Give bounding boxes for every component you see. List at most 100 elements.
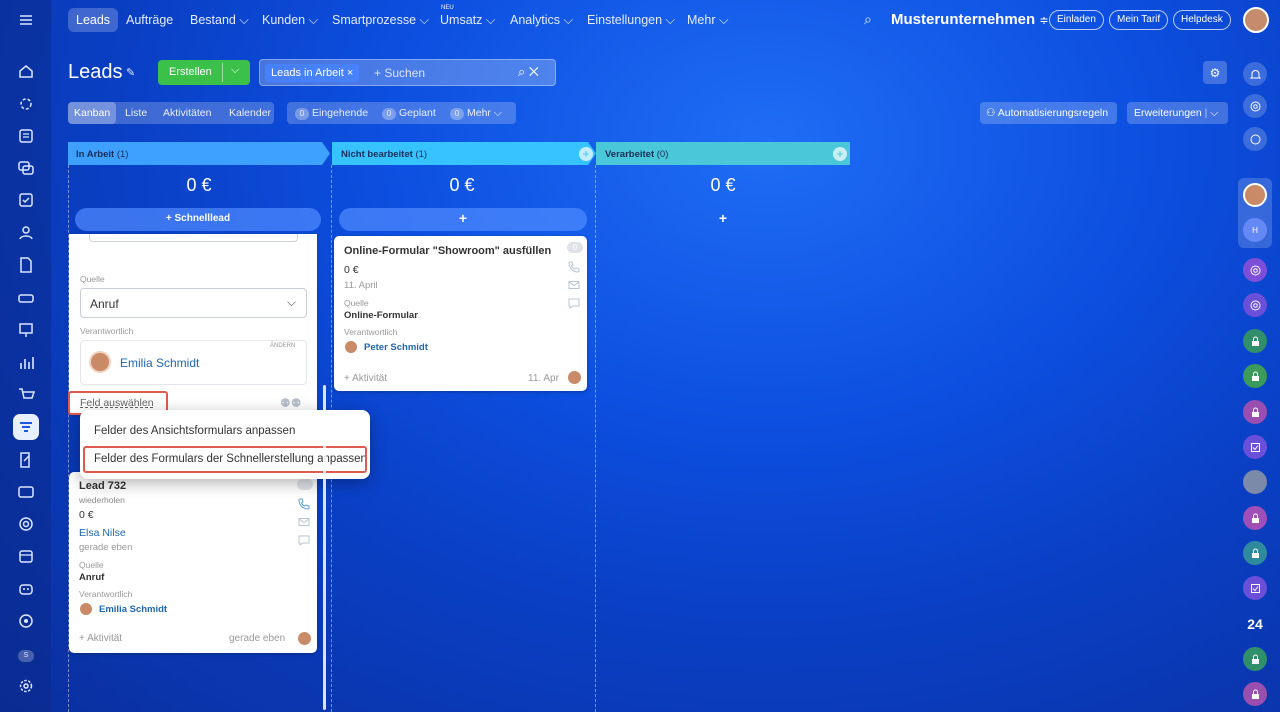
counter-incoming[interactable]: 0 Eingehende [295, 107, 368, 120]
edit-doc-icon[interactable] [13, 447, 39, 473]
lock-icon[interactable] [1243, 506, 1267, 530]
menu-item-view-form-fields[interactable]: Felder des Ansichtsformulars anpassen [94, 425, 295, 437]
input-field[interactable] [89, 234, 298, 242]
nav-orders[interactable]: Aufträge [126, 13, 173, 27]
settings-icon[interactable] [13, 673, 39, 699]
counter-more[interactable]: 0 Mehr ⌵ [450, 107, 502, 120]
nav-smartprocesses[interactable]: Smartprozesse ⌵ [332, 13, 429, 28]
helpdesk-button[interactable]: Helpdesk [1173, 10, 1231, 30]
tab-kanban[interactable]: Kanban [68, 102, 117, 124]
lock-icon[interactable] [1243, 400, 1267, 424]
cart-icon[interactable] [13, 382, 39, 408]
filter-chip[interactable]: Leads in Arbeit × [265, 64, 360, 82]
pin-icon[interactable]: ✎ [126, 66, 135, 79]
column-header-processed[interactable]: Verarbeitet (0) [597, 142, 847, 165]
extensions-button[interactable]: Erweiterungen | ⌵ [1127, 102, 1228, 124]
checkbox-icon[interactable] [1243, 435, 1267, 459]
presentation-icon[interactable] [13, 317, 39, 343]
close-icon[interactable]: × [347, 67, 353, 79]
phone-icon[interactable] [568, 261, 580, 276]
nav-customers[interactable]: Kunden ⌵ [262, 13, 318, 28]
search-icon[interactable]: ⌕ [864, 11, 872, 28]
document-icon[interactable] [13, 252, 39, 278]
search-chat-icon[interactable] [1243, 127, 1267, 151]
email-icon[interactable] [568, 279, 580, 294]
change-link[interactable]: ÄNDERN [270, 343, 295, 349]
column-scrollbar[interactable] [323, 385, 326, 710]
lock-icon[interactable] [1243, 541, 1267, 565]
drive-icon[interactable] [13, 285, 39, 311]
user-initial-avatar[interactable]: H [1243, 218, 1267, 242]
quick-add-button[interactable]: + [596, 210, 850, 226]
clear-icon[interactable]: ✕ [529, 64, 539, 79]
menu-icon[interactable] [13, 7, 39, 33]
nav-sales[interactable]: Umsatz ⌵ [440, 13, 495, 28]
tasks-icon[interactable] [13, 123, 39, 149]
lead-responsible[interactable]: Peter Schmidt [364, 342, 428, 353]
target-icon[interactable] [1243, 293, 1267, 317]
analytics-icon[interactable] [13, 350, 39, 376]
add-column-icon[interactable]: + [833, 147, 847, 161]
crm-funnel-icon[interactable] [13, 414, 39, 440]
lead-contact[interactable]: Elsa Nilse [79, 527, 126, 539]
phone-icon[interactable] [298, 498, 310, 513]
quick-add-button[interactable]: + [339, 208, 587, 231]
search-icon[interactable]: ⌕ [518, 64, 525, 79]
puzzle-icon[interactable] [13, 91, 39, 117]
support-icon[interactable] [13, 511, 39, 537]
nav-analytics[interactable]: Analytics ⌵ [510, 13, 573, 28]
target-icon[interactable] [1243, 94, 1267, 118]
target-icon[interactable] [13, 608, 39, 634]
add-column-icon[interactable]: + [579, 147, 593, 161]
contacts-icon[interactable] [13, 220, 39, 246]
invite-button[interactable]: Einladen [1049, 10, 1104, 30]
column-header-in-progress[interactable]: In Arbeit (1) [68, 142, 322, 165]
quick-lead-button[interactable]: + Schnelllead [75, 208, 321, 231]
user-avatar[interactable] [1243, 7, 1269, 33]
lock-icon[interactable] [1243, 647, 1267, 671]
avatar[interactable] [1243, 183, 1267, 207]
company-name[interactable]: Musterunternehmen ≑ [891, 11, 1049, 28]
calendar-icon[interactable] [13, 543, 39, 569]
plan-button[interactable]: Mein Tarif [1109, 10, 1169, 30]
responsible-name[interactable]: Emilia Schmidt [120, 356, 199, 370]
home-icon[interactable] [13, 58, 39, 84]
lead-title[interactable]: Online-Formular "Showroom" ausfüllen [344, 245, 551, 257]
lead-title[interactable]: Lead 732 [79, 480, 126, 492]
chevron-down-icon[interactable]: ⌵ [231, 64, 239, 77]
tab-list[interactable]: Liste [119, 102, 153, 124]
lock-icon[interactable] [1243, 329, 1267, 353]
settings-gear-button[interactable]: ⚙ [1203, 61, 1227, 84]
search-input[interactable]: Leads in Arbeit × + Suchen ⌕ ✕ [259, 59, 556, 86]
checkbox-icon[interactable] [1243, 576, 1267, 600]
column-header-not-processed[interactable]: Nicht bearbeitet (1) [333, 142, 587, 165]
email-icon[interactable] [298, 516, 310, 531]
user-initial-icon[interactable]: S [13, 643, 39, 669]
checkbox-icon[interactable] [13, 187, 39, 213]
robot-icon[interactable] [13, 576, 39, 602]
bell-icon[interactable] [1243, 62, 1267, 86]
target-icon[interactable] [1243, 258, 1267, 282]
users-icon[interactable]: ⚉⚉ [280, 396, 302, 410]
nav-more[interactable]: Mehr ⌵ [687, 13, 728, 28]
chat-icon[interactable] [13, 155, 39, 181]
chat-icon[interactable] [298, 534, 310, 549]
nav-settings[interactable]: Einstellungen ⌵ [587, 13, 675, 28]
nav-leads[interactable]: Leads [68, 8, 119, 32]
number-badge[interactable]: 24 [1243, 612, 1267, 636]
lead-card[interactable]: Lead 732 wiederholen 0 € Elsa Nilse gera… [69, 472, 317, 653]
source-select[interactable]: Anruf ⌵ [80, 288, 307, 318]
tab-activities[interactable]: Aktivitäten [157, 102, 217, 124]
chat-icon[interactable] [568, 297, 580, 312]
add-activity-link[interactable]: + Aktivität [344, 373, 387, 384]
group-avatar[interactable] [1243, 470, 1267, 494]
create-button[interactable]: Erstellen ⌵ [158, 60, 250, 85]
lead-responsible[interactable]: Emilia Schmidt [99, 604, 167, 615]
nav-inventory[interactable]: Bestand ⌵ [190, 13, 249, 28]
lock-icon[interactable] [1243, 682, 1267, 706]
counter-planned[interactable]: 0 Geplant [382, 107, 436, 120]
tab-calendar[interactable]: Kalender [223, 102, 277, 124]
add-activity-link[interactable]: + Aktivität [79, 633, 122, 644]
automation-rules-button[interactable]: ⚇ Automatisierungsregeln [980, 102, 1117, 124]
lock-icon[interactable] [1243, 364, 1267, 388]
